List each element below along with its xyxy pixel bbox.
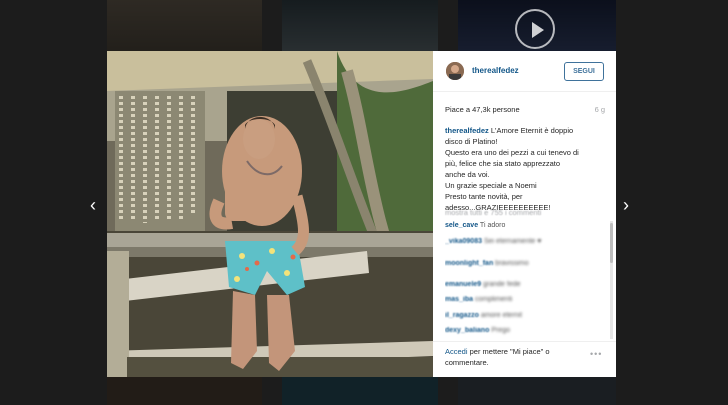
comment-text: grande fede: [483, 280, 521, 288]
username-link[interactable]: therealfedez: [472, 66, 519, 75]
comment-text: Prego: [491, 327, 510, 334]
show-all-comments-link[interactable]: mostra tutti e 755 i commenti: [445, 208, 541, 217]
comment-username[interactable]: sele_cave: [445, 222, 478, 229]
comment-username[interactable]: dexy_baliano: [445, 327, 489, 334]
caption-line: Presto tante novità, per: [445, 192, 523, 201]
comment-username[interactable]: emanuele9: [445, 281, 481, 288]
caption-line: anche da voi.: [445, 170, 490, 179]
comment-text: amore eternit: [480, 311, 523, 319]
comment-username[interactable]: mas_iba: [445, 296, 473, 303]
login-prompt: Accedi per mettere "Mi piace" o commenta…: [445, 347, 590, 368]
likes-count[interactable]: Piace a 47,3k persone: [445, 105, 520, 114]
comment-text: complimenti: [474, 296, 513, 303]
login-link[interactable]: Accedi: [445, 347, 468, 356]
comment-text: Ti adoro: [479, 222, 506, 229]
play-icon: [515, 9, 555, 49]
caption-author-link[interactable]: therealfedez: [445, 126, 489, 135]
follow-button[interactable]: SEGUI: [564, 62, 604, 81]
post-footer: Accedi per mettere "Mi piace" o commenta…: [433, 341, 616, 378]
avatar[interactable]: [446, 62, 464, 80]
comment-username[interactable]: il_ragazzo: [445, 312, 479, 319]
caption-line: Questo era uno dei pezzi a cui tenevo di: [445, 148, 579, 157]
post-photo-image: [107, 51, 433, 377]
scrollbar-thumb[interactable]: [610, 223, 613, 263]
caption-line: disco di Platino!: [445, 137, 498, 146]
post-details-panel: therealfedez SEGUI Piace a 47,3k persone…: [433, 51, 616, 377]
comment-item: moonlight_fan bravissimo: [445, 259, 609, 270]
comment-item: emanuele9 grande fede: [445, 280, 609, 291]
comment-item: _vika09083 Sei eternamente ♥: [445, 237, 609, 248]
avatar-image: [446, 62, 464, 80]
caption-line: Un grazie speciale a Noemi: [445, 181, 537, 190]
comment-item: sele_cave Ti adoro: [445, 221, 609, 232]
caption-line: più, felice che sia stato apprezzato: [445, 159, 561, 168]
likes-row: Piace a 47,3k persone 6 g: [445, 105, 605, 117]
caption-text: L'Amore Eternit è doppio: [488, 126, 574, 135]
comment-text: bravissimo: [495, 260, 529, 267]
more-options-icon[interactable]: •••: [590, 349, 602, 359]
comment-text: Sei eternamente ♥: [483, 237, 542, 245]
post-time[interactable]: 6 g: [595, 105, 605, 114]
post-caption: therealfedez L'Amore Eternit è doppio di…: [445, 125, 607, 213]
comments-list: sele_cave Ti adoro _vika09083 Sei eterna…: [445, 221, 609, 339]
comment-item: dexy_baliano Prego: [445, 326, 609, 337]
previous-post-arrow-icon[interactable]: ‹: [90, 196, 96, 214]
comment-username[interactable]: moonlight_fan: [445, 260, 493, 267]
next-post-arrow-icon[interactable]: ›: [623, 196, 629, 214]
comment-item: il_ragazzo amore eternit: [445, 311, 609, 322]
post-header: therealfedez SEGUI: [433, 51, 616, 92]
post-photo[interactable]: [107, 51, 433, 377]
comments-scrollbar[interactable]: [610, 221, 613, 339]
comment-item: mas_iba complimenti: [445, 295, 609, 306]
comment-username[interactable]: _vika09083: [445, 238, 482, 245]
